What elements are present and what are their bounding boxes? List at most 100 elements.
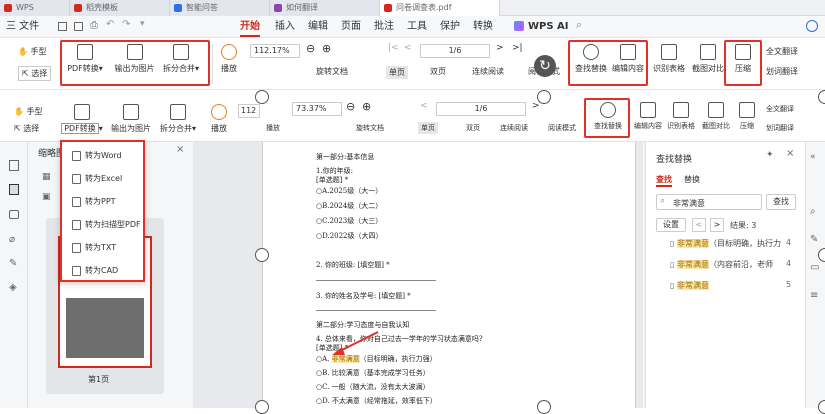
split-merge-button[interactable]: 拆分合并▾: [156, 104, 200, 134]
single-page-button[interactable]: 单页: [418, 122, 438, 134]
zoom-out-icon[interactable]: ⊖: [346, 100, 355, 113]
menu-item-cad[interactable]: 转为CAD: [72, 265, 118, 276]
play-button[interactable]: 播放: [206, 104, 232, 134]
answer-line[interactable]: [316, 280, 436, 281]
tab-template[interactable]: 稻壳模板: [70, 0, 170, 16]
pin-icon[interactable]: ✦: [766, 150, 774, 160]
edit-icon[interactable]: ✎: [810, 234, 818, 245]
prev-result-icon[interactable]: <: [692, 218, 706, 232]
resize-handle[interactable]: [818, 90, 825, 104]
next-page-icon[interactable]: >: [532, 101, 540, 111]
continuous-read-button[interactable]: 连续阅读: [500, 123, 528, 133]
close-icon[interactable]: ×: [786, 148, 794, 159]
resize-handle[interactable]: [255, 400, 269, 414]
menu-file[interactable]: 三 文件: [6, 19, 39, 35]
resize-handle[interactable]: [818, 248, 825, 262]
bookmark-icon[interactable]: ▭: [810, 262, 819, 273]
page-input[interactable]: 1/6: [436, 102, 526, 116]
zoom-out-icon[interactable]: ⊖: [306, 42, 315, 55]
layers-icon[interactable]: ≡: [810, 290, 818, 301]
menu-edit[interactable]: 编辑: [308, 19, 328, 35]
read-mode-button[interactable]: 阅读模式: [548, 123, 576, 133]
translate-all-button[interactable]: 全文翻译: [766, 104, 794, 114]
menu-comment[interactable]: 批注: [374, 19, 394, 35]
recognize-table-button[interactable]: 识别表格: [652, 44, 686, 74]
translate-select-button[interactable]: 划词翻译: [766, 123, 794, 133]
search-input[interactable]: ⌕ 非常满意: [656, 194, 762, 210]
option-c[interactable]: ○C.2023级（大三）: [316, 216, 382, 226]
q4-option-d[interactable]: ○D. 不太满意（经常拖延，效率低下）: [316, 396, 437, 406]
chevron-down-icon[interactable]: ▾: [140, 19, 145, 29]
zoom-in-icon[interactable]: ⊕: [322, 42, 331, 55]
menu-protect[interactable]: 保护: [440, 19, 460, 35]
close-icon[interactable]: ×: [176, 144, 184, 155]
comment-icon[interactable]: [9, 210, 19, 219]
pdf-convert-button[interactable]: PDF转换▾: [60, 104, 104, 134]
attachment-icon[interactable]: ⌀: [9, 234, 15, 245]
menu-tools[interactable]: 工具: [407, 19, 427, 35]
bookmark-icon[interactable]: [9, 160, 19, 171]
tab-find[interactable]: 查找: [656, 174, 672, 187]
result-item[interactable]: ▯ 非常满意: [670, 280, 709, 291]
q4-option-c[interactable]: ○C. 一般（随大流，没有太大波澜）: [316, 382, 430, 392]
resize-handle[interactable]: [255, 248, 269, 262]
single-page-button[interactable]: 单页: [386, 66, 408, 79]
zoom-in-icon[interactable]: ⊕: [362, 100, 371, 113]
continuous-read-button[interactable]: 连续阅读: [472, 66, 504, 77]
last-page-icon[interactable]: >|: [512, 43, 523, 53]
first-page-icon[interactable]: |<: [388, 43, 399, 53]
resize-handle[interactable]: [255, 90, 269, 104]
tab-qa[interactable]: 智能问答: [170, 0, 270, 16]
next-result-icon[interactable]: >: [710, 218, 724, 232]
screenshot-compare-button[interactable]: 截图对比: [690, 44, 726, 74]
signature-icon[interactable]: ✎: [9, 258, 17, 269]
zoom-select[interactable]: 112.17%: [250, 44, 300, 58]
double-page-button[interactable]: 双页: [430, 66, 446, 77]
menu-convert[interactable]: 转换: [473, 19, 493, 35]
tab-replace[interactable]: 替换: [684, 174, 700, 185]
menu-page[interactable]: 页面: [341, 19, 361, 35]
zoom-select-partial[interactable]: 112: [238, 104, 260, 118]
undo-icon[interactable]: ↶: [106, 19, 114, 30]
q4-option-b[interactable]: ○B. 比较满意（基本完成学习任务）: [316, 368, 430, 378]
thumbnail-icon[interactable]: [9, 184, 19, 195]
rotate-handle-icon[interactable]: ↻: [534, 55, 556, 77]
translate-all-button[interactable]: 全文翻译: [766, 46, 798, 57]
redo-icon[interactable]: ↷: [122, 19, 130, 30]
zoom-select[interactable]: 73.37%: [292, 102, 342, 116]
resize-handle[interactable]: [537, 400, 551, 414]
select-tool[interactable]: ⇱ 选择: [18, 66, 52, 81]
print-icon[interactable]: ⎙: [90, 20, 98, 31]
option-b[interactable]: ○B.2024级（大二）: [316, 201, 382, 211]
tab-document[interactable]: 问卷调查表.pdf: [380, 0, 500, 16]
result-item[interactable]: ▯ 非常满意（内容前沿，老师: [670, 259, 773, 270]
search-icon[interactable]: ⌕: [576, 18, 582, 32]
answer-line[interactable]: [316, 310, 436, 311]
tab-translate[interactable]: 如何翻译: [270, 0, 380, 16]
menu-item-ppt[interactable]: 转为PPT: [72, 196, 116, 207]
double-page-button[interactable]: 双页: [466, 123, 480, 133]
screenshot-compare-button[interactable]: 截图对比: [698, 102, 734, 131]
layers-icon[interactable]: ◈: [9, 282, 17, 293]
grid-view-icon[interactable]: ▦: [42, 172, 51, 182]
export-image-button[interactable]: 输出为图片: [108, 104, 154, 134]
rotate-button[interactable]: 旋转文档: [316, 66, 348, 77]
edit-content-button[interactable]: 编辑内容: [630, 102, 666, 131]
tab-wps[interactable]: WPS: [0, 0, 70, 16]
recognize-table-button[interactable]: 识别表格: [664, 102, 698, 131]
rotate-button[interactable]: 旋转文档: [356, 123, 384, 133]
page-input[interactable]: 1/6: [420, 44, 490, 58]
hand-tool[interactable]: ✋ 手型: [18, 46, 47, 57]
translate-select-button[interactable]: 划词翻译: [766, 66, 798, 77]
settings-button[interactable]: 设置: [656, 218, 686, 232]
menu-wps-ai[interactable]: WPS AI: [528, 19, 569, 35]
save-icon[interactable]: [74, 22, 83, 31]
option-a[interactable]: ○A.2025级（大一）: [316, 186, 382, 196]
result-item[interactable]: ▯ 非常满意（目标明确，执行力: [670, 238, 781, 249]
menu-item-txt[interactable]: 转为TXT: [72, 242, 116, 253]
folder-icon[interactable]: [58, 22, 67, 31]
hand-tool[interactable]: ✋ 手型: [14, 106, 43, 117]
menu-insert[interactable]: 插入: [275, 19, 295, 35]
compress-button[interactable]: 压缩: [734, 102, 760, 131]
image-view-icon[interactable]: ▣: [42, 192, 51, 202]
